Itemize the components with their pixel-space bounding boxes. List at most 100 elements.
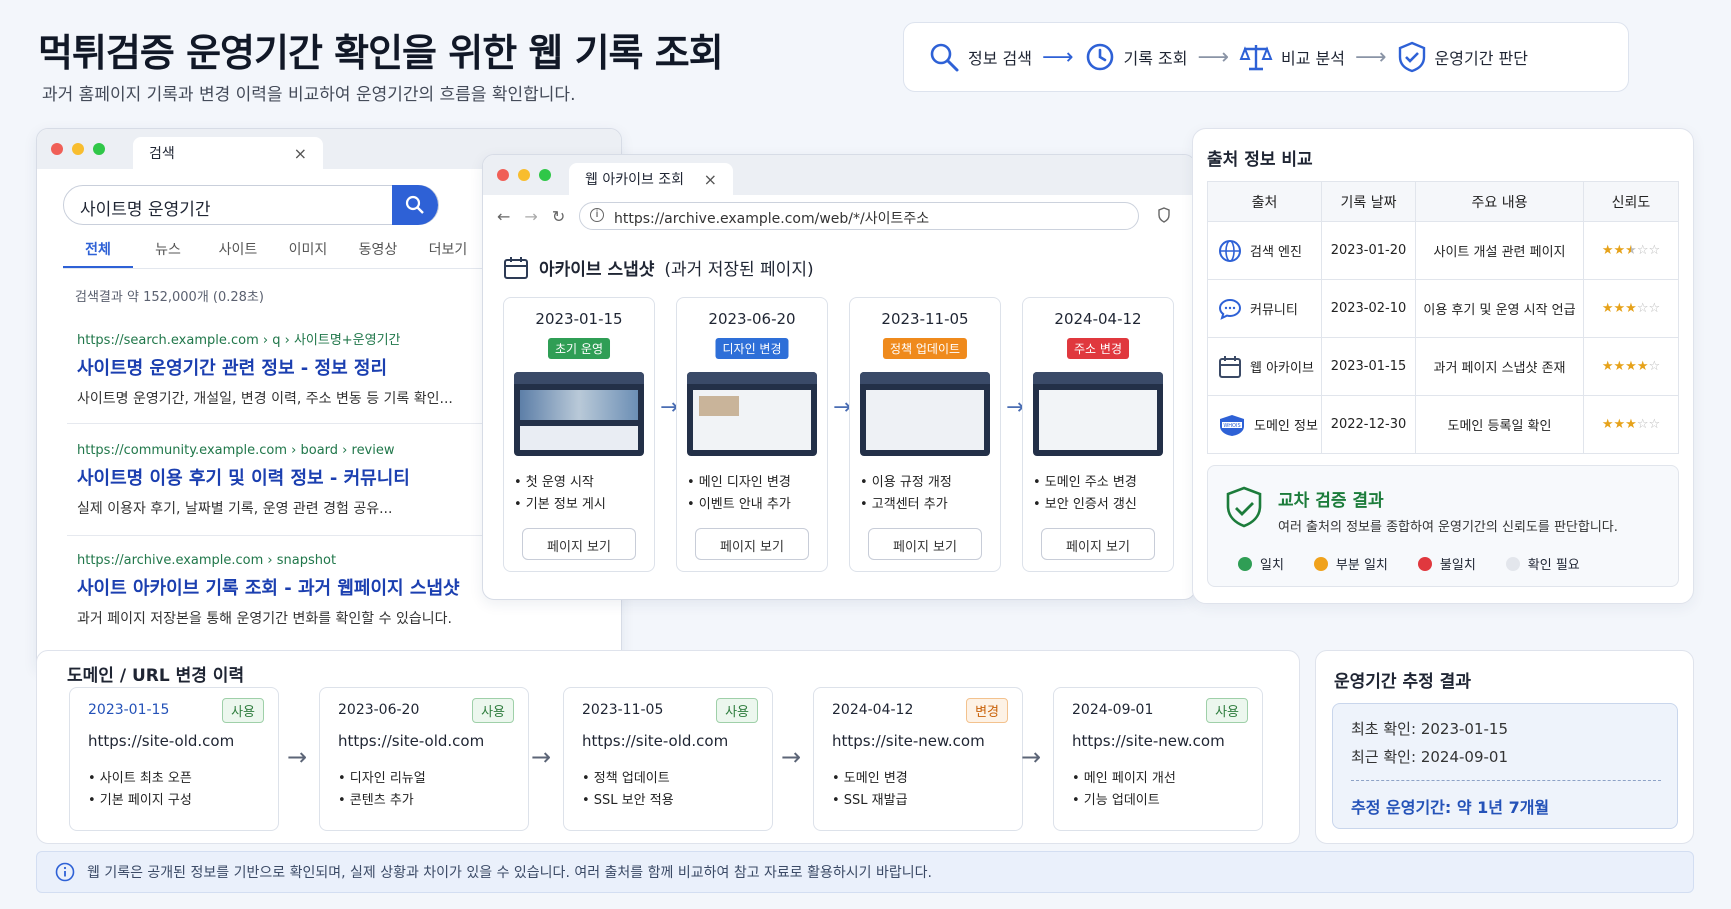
result-title-link[interactable]: 사이트 아카이브 기록 조회 - 과거 웹페이지 스냅샷 — [77, 574, 487, 600]
snapshot-thumbnail[interactable] — [860, 372, 990, 456]
history-card: 2023-11-05 사용 https://site-old.com • 정책 … — [563, 687, 773, 831]
archive-heading-text: 아카이브 스냅샷 — [539, 260, 655, 280]
star-empty-icon: ☆ — [1648, 359, 1661, 374]
reload-icon[interactable]: ↻ — [552, 207, 565, 226]
tab-sites[interactable]: 사이트 — [203, 239, 273, 268]
tab-all[interactable]: 전체 — [63, 239, 133, 268]
arrow-right-icon: → — [287, 743, 308, 771]
rating-stars: ★★★☆☆ — [1602, 243, 1660, 258]
history-date: 2024-04-12 — [832, 702, 914, 718]
page-subtitle: 과거 홈페이지 기록과 변경 이력을 비교하여 운영기간의 흐름을 확인합니다. — [42, 85, 576, 105]
view-page-button[interactable]: 페이지 보기 — [1041, 528, 1155, 560]
arrow-right-icon: ⟶ — [1355, 44, 1387, 70]
snapshot-date: 2023-11-05 — [881, 310, 969, 328]
close-tab-icon[interactable]: × — [704, 170, 717, 189]
history-card: 2024-04-12 변경 https://site-new.com • 도메인… — [813, 687, 1023, 831]
calendar-icon — [1218, 355, 1242, 379]
browser-tab-search[interactable]: 검색 × — [133, 137, 323, 169]
status-badge: 사용 — [222, 698, 264, 723]
archive-heading-note: (과거 저장된 페이지) — [664, 260, 814, 280]
result-title-link[interactable]: 사이트명 이용 후기 및 이력 정보 - 커뮤니티 — [77, 464, 487, 490]
browser-tab-archive[interactable]: 웹 아카이브 조회 × — [569, 163, 733, 195]
result-snippet: 사이트명 운영기간, 개설일, 변경 이력, 주소 변동 등 기록 확인... — [77, 391, 453, 407]
record-content: 사이트 개설 관련 페이지 — [1415, 221, 1584, 280]
result-url[interactable]: https://archive.example.com › snapshot — [77, 553, 487, 568]
step-label: 정보 검색 — [968, 49, 1032, 68]
tab-news[interactable]: 뉴스 — [133, 239, 203, 268]
star-full-icon: ★ — [1625, 359, 1637, 374]
snapshot-badge: 초기 운영 — [548, 338, 610, 359]
history-notes: • 도메인 변경 • SSL 재발급 — [832, 771, 908, 808]
history-url: https://site-old.com — [88, 732, 235, 750]
result-title-link[interactable]: 사이트명 운영기간 관련 정보 - 정보 정리 — [77, 354, 487, 380]
source-name: 웹 아카이브 — [1250, 361, 1314, 376]
status-dot — [1238, 556, 1252, 571]
column-header: 기록 날짜 — [1321, 181, 1416, 222]
minimize-dot[interactable] — [518, 169, 530, 181]
close-tab-icon[interactable]: × — [294, 144, 307, 163]
snapshot-date: 2023-01-15 — [535, 310, 623, 328]
table-row: 검색 엔진 2023-01-20 사이트 개설 관련 페이지 ★★★☆☆ — [1207, 221, 1679, 280]
history-date: 2023-01-15 — [88, 702, 170, 718]
info-icon[interactable]: i — [590, 208, 604, 222]
legend-item: 일치 — [1238, 554, 1284, 573]
page-title: 먹튀검증 운영기간 확인을 위한 웹 기록 조회 — [38, 31, 724, 75]
history-notes: • 사이트 최초 오픈 • 기본 페이지 구성 — [88, 771, 192, 808]
minimize-dot[interactable] — [72, 143, 84, 155]
snapshot-thumbnail[interactable] — [687, 372, 817, 456]
tab-images[interactable]: 이미지 — [273, 239, 343, 268]
view-page-button[interactable]: 페이지 보기 — [868, 528, 982, 560]
search-result: https://search.example.com › q › 사이트명+운영… — [77, 329, 487, 408]
search-result: https://community.example.com › board › … — [77, 443, 487, 518]
star-full-icon: ★ — [1613, 417, 1626, 432]
star-full-icon: ★ — [1636, 359, 1649, 374]
snapshot-thumbnail[interactable] — [514, 372, 644, 456]
snapshot-date: 2023-06-20 — [708, 310, 796, 328]
search-input[interactable]: 사이트명 운영기간 — [63, 185, 439, 225]
star-full-icon: ★ — [1601, 243, 1614, 258]
snapshot-thumbnail[interactable] — [1033, 372, 1163, 456]
snapshot-card: 2024-04-12 주소 변경 • 도메인 주소 변경 • 보안 인증서 갱신 … — [1022, 297, 1174, 572]
maximize-dot[interactable] — [93, 143, 105, 155]
tab-more[interactable]: 더보기 — [413, 239, 483, 268]
column-header: 주요 내용 — [1415, 181, 1584, 222]
result-count: 검색결과 약 152,000개 (0.28초) — [75, 290, 264, 305]
step-search: 정보 검색 — [928, 41, 1032, 73]
address-bar[interactable]: i https://archive.example.com/web/*/사이트주… — [579, 202, 1139, 230]
maximize-dot[interactable] — [539, 169, 551, 181]
close-dot[interactable] — [51, 143, 63, 155]
panel-title: 운영기간 추정 결과 — [1334, 672, 1471, 692]
star-full-icon: ★ — [1613, 359, 1626, 374]
legend-item: 부분 일치 — [1313, 554, 1388, 573]
shield-check-icon — [1224, 486, 1264, 530]
forward-icon[interactable]: → — [524, 207, 537, 226]
record-date: 2022-12-30 — [1321, 395, 1416, 454]
shield-icon[interactable] — [1157, 207, 1171, 223]
column-header: 신뢰도 — [1583, 181, 1679, 222]
result-url[interactable]: https://search.example.com › q › 사이트명+운영… — [77, 329, 487, 348]
result-url[interactable]: https://community.example.com › board › … — [77, 443, 487, 458]
snapshot-card: 2023-11-05 정책 업데이트 • 이용 규정 개정 • 고객센터 추가 페… — [849, 297, 1001, 572]
compare-table: 출처 기록 날짜 주요 내용 신뢰도 검색 엔진 2023-01-20 사이트 … — [1207, 181, 1679, 454]
view-page-button[interactable]: 페이지 보기 — [695, 528, 809, 560]
divider — [67, 423, 491, 424]
back-icon[interactable]: ← — [497, 207, 510, 226]
search-result: https://archive.example.com › snapshot 사… — [77, 553, 487, 628]
record-date: 2023-01-15 — [1321, 337, 1416, 396]
snapshot-badge: 정책 업데이트 — [882, 338, 968, 359]
verify-title: 교차 검증 결과 — [1278, 491, 1384, 511]
status-badge: 변경 — [966, 698, 1008, 723]
close-dot[interactable] — [497, 169, 509, 181]
history-card: 2023-01-15 사용 https://site-old.com • 사이트… — [69, 687, 279, 831]
record-date: 2023-02-10 — [1321, 279, 1416, 338]
search-button[interactable] — [392, 185, 438, 225]
record-content: 이용 후기 및 운영 시작 언급 — [1415, 279, 1584, 338]
tab-videos[interactable]: 동영상 — [343, 239, 413, 268]
status-dot — [1417, 556, 1432, 571]
rating-stars: ★★★★☆ — [1602, 359, 1660, 374]
history-url: https://site-old.com — [338, 732, 485, 750]
view-page-button[interactable]: 페이지 보기 — [522, 528, 636, 560]
history-notes: • 디자인 리뉴얼 • 콘텐츠 추가 — [338, 771, 426, 808]
status-badge: 사용 — [716, 698, 758, 723]
step-judge: 운영기간 판단 — [1397, 41, 1528, 73]
